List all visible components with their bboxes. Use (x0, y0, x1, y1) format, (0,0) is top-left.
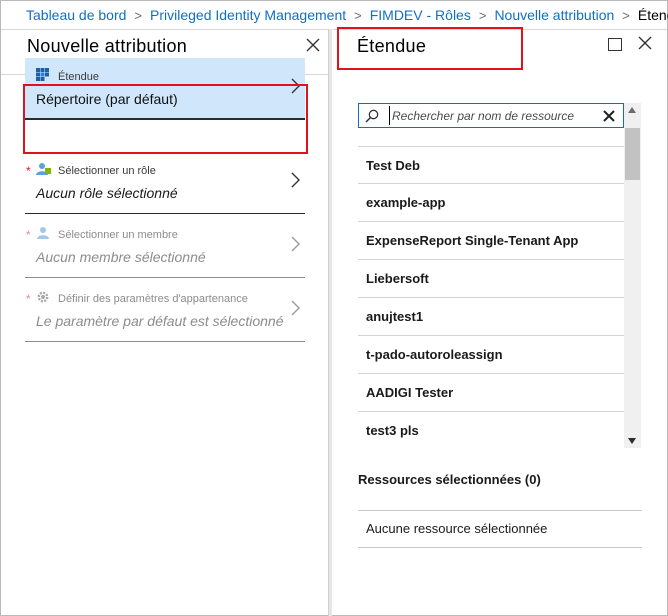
step-value: Aucun membre sélectionné (36, 249, 206, 265)
maximize-icon[interactable] (608, 38, 622, 51)
breadcrumb-link-roles[interactable]: FIMDEV - Rôles (370, 7, 471, 23)
step-select-member[interactable]: * Sélectionner un membre Aucun membre sé… (25, 216, 305, 278)
scrollbar[interactable] (624, 103, 641, 448)
step-label: Sélectionner un membre (58, 229, 178, 241)
resource-list: Test Deb example-app ExpenseReport Singl… (358, 146, 624, 448)
search-input[interactable] (389, 106, 589, 125)
list-item[interactable]: t-pado-autoroleassign (358, 336, 624, 374)
chevron-right-icon (291, 300, 301, 321)
required-star: * (26, 228, 31, 242)
close-icon[interactable] (638, 36, 658, 56)
role-icon (36, 162, 51, 176)
step-value: Le paramètre par défaut est sélectionné (36, 313, 284, 329)
highlight-box-scope-title (337, 27, 523, 70)
list-item[interactable]: anujtest1 (358, 298, 624, 336)
step-membership-settings[interactable]: * Définir des paramètres d'appartenance … (25, 280, 305, 342)
selected-resources-title: Ressources sélectionnées (0) (358, 472, 541, 487)
list-item[interactable]: Test Deb (358, 146, 624, 184)
step-label: Sélectionner un rôle (58, 165, 156, 177)
step-label: Étendue (58, 71, 99, 83)
breadcrumb-separator: > (478, 7, 487, 23)
search-icon (365, 109, 379, 123)
required-star: * (26, 164, 31, 178)
chevron-right-icon (291, 236, 301, 257)
blade-divider (328, 29, 332, 616)
step-value: Aucun rôle sélectionné (36, 185, 178, 201)
list-item[interactable]: AADIGI Tester (358, 374, 624, 412)
breadcrumb-link-new-assignment[interactable]: Nouvelle attribution (494, 7, 614, 23)
breadcrumb-link-pim[interactable]: Privileged Identity Management (150, 7, 346, 23)
scroll-down-arrow-icon[interactable] (628, 438, 636, 444)
list-item[interactable]: test3 pls (358, 412, 624, 448)
breadcrumb: Tableau de bord > Privileged Identity Ma… (26, 5, 668, 25)
step-select-role[interactable]: * Sélectionner un rôle Aucun rôle sélect… (25, 152, 305, 214)
breadcrumb-current: Étendue (637, 7, 668, 23)
highlight-box-scope (23, 84, 308, 154)
breadcrumb-separator: > (622, 7, 630, 23)
clear-search-icon[interactable] (603, 109, 615, 122)
list-item[interactable]: Liebersoft (358, 260, 624, 298)
chevron-right-icon (291, 172, 301, 193)
list-item[interactable]: ExpenseReport Single-Tenant App (358, 222, 624, 260)
close-icon[interactable] (306, 38, 326, 58)
list-item[interactable]: example-app (358, 184, 624, 222)
blade-title: Nouvelle attribution (27, 36, 188, 56)
step-label: Définir des paramètres d'appartenance (58, 293, 248, 305)
breadcrumb-separator: > (354, 7, 362, 23)
breadcrumb-separator: > (134, 7, 143, 23)
gear-icon (36, 290, 50, 304)
resource-search-box (358, 103, 624, 128)
scroll-thumb[interactable] (625, 128, 640, 180)
scroll-up-arrow-icon[interactable] (628, 107, 636, 113)
selected-resources-empty: Aucune ressource sélectionnée (358, 510, 642, 548)
member-icon (36, 226, 50, 240)
breadcrumb-link-dashboard[interactable]: Tableau de bord (26, 7, 126, 23)
required-star: * (26, 292, 31, 306)
scope-grid-icon (36, 68, 50, 82)
